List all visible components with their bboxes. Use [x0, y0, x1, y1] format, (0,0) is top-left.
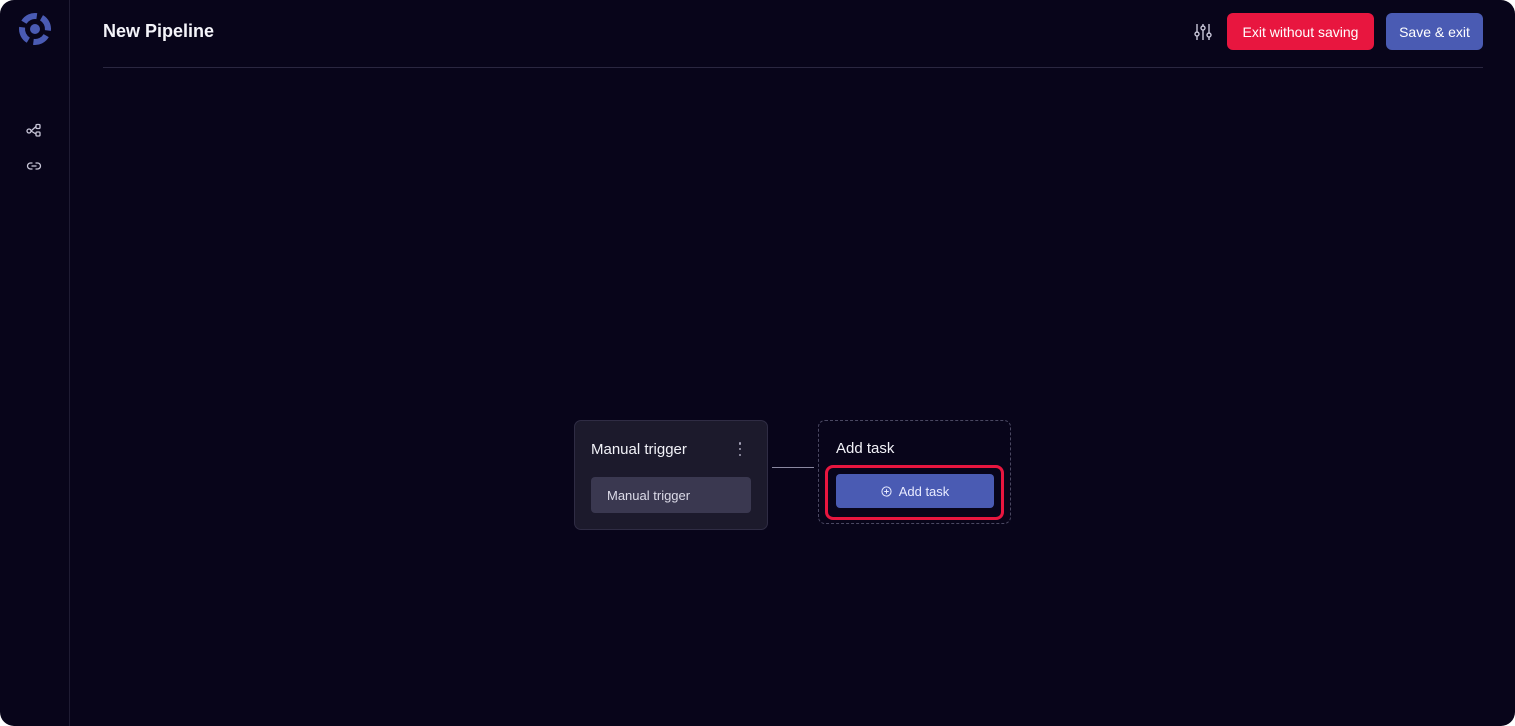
trigger-node[interactable]: Manual trigger Manual trigger — [574, 420, 768, 530]
page-title: New Pipeline — [103, 21, 215, 41]
workflow-icon[interactable] — [25, 121, 43, 139]
add-task-node: Add task Add task — [818, 420, 1011, 524]
exit-without-saving-button[interactable]: Exit without saving — [1227, 13, 1374, 50]
add-task-button-label: Add task — [898, 483, 950, 499]
add-task-node-title: Add task — [836, 440, 895, 457]
more-options-icon[interactable] — [735, 440, 745, 458]
sidebar — [0, 0, 70, 726]
save-and-exit-button[interactable]: Save & exit — [1386, 13, 1483, 50]
plus-circle-icon — [881, 485, 892, 497]
settings-sliders-icon[interactable] — [1192, 21, 1214, 43]
app-window: New Pipeline Exit without saving Save & … — [0, 0, 1515, 726]
link-icon[interactable] — [25, 157, 43, 175]
add-task-button[interactable]: Add task — [836, 474, 994, 508]
header: New Pipeline Exit without saving Save & … — [103, 0, 1483, 68]
trigger-node-title: Manual trigger — [591, 441, 687, 458]
trigger-type-pill: Manual trigger — [591, 477, 751, 513]
logo-icon[interactable] — [17, 11, 53, 47]
node-connector — [772, 467, 814, 468]
